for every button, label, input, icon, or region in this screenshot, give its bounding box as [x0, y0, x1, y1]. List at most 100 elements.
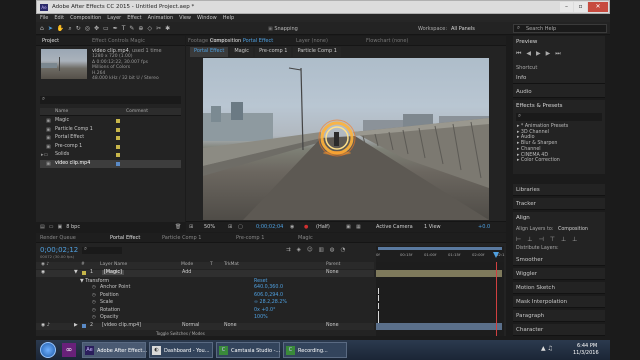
- selection-tool-icon[interactable]: ➤: [48, 25, 53, 33]
- menu-layer[interactable]: Layer: [107, 15, 121, 21]
- keyframe[interactable]: [378, 317, 379, 323]
- layer-row[interactable]: ◉ ▼ 1 [Magic] Add None: [36, 270, 374, 277]
- work-area-bar[interactable]: [378, 247, 502, 250]
- menu-effect[interactable]: Effect: [127, 15, 141, 21]
- brush-tool-icon[interactable]: ✎: [129, 25, 134, 33]
- label-color[interactable]: [116, 127, 120, 132]
- layer-bar[interactable]: [376, 270, 502, 277]
- timeline-tab[interactable]: Portal Effect: [110, 235, 140, 241]
- label-color[interactable]: [82, 324, 86, 328]
- align-vcenter-icon[interactable]: ⊥: [561, 236, 566, 243]
- label-color[interactable]: [116, 153, 120, 157]
- layer-mode[interactable]: Add: [182, 270, 191, 275]
- project-item[interactable]: ▣ Pre-comp 1: [40, 143, 181, 152]
- paragraph-header[interactable]: Paragraph: [513, 310, 605, 322]
- property-value[interactable]: 100%: [254, 315, 268, 320]
- play-icon[interactable]: ▶: [536, 50, 541, 58]
- prev-frame-icon[interactable]: ◀: [526, 50, 531, 58]
- audio-header[interactable]: Audio: [513, 86, 605, 98]
- project-item[interactable]: ▣ video clip.mp4: [40, 159, 181, 168]
- composition-viewer[interactable]: [203, 58, 489, 220]
- taskbar-item[interactable]: ◐ Dashboard - You...: [149, 342, 213, 358]
- draft-3d-icon[interactable]: ◈: [297, 247, 301, 253]
- taskbar-item[interactable]: Ae Adobe After Effect...: [82, 342, 147, 358]
- keyframe[interactable]: [378, 303, 379, 309]
- clone-tool-icon[interactable]: ⊕: [138, 25, 143, 33]
- first-frame-icon[interactable]: ⏮: [516, 50, 521, 58]
- menu-view[interactable]: View: [179, 15, 191, 21]
- tab-layer[interactable]: Layer (none): [296, 38, 328, 44]
- property-value[interactable]: 0x +0.0°: [254, 308, 275, 313]
- channel-icon[interactable]: ●: [304, 224, 308, 230]
- layer-row[interactable]: ◉ ♪ ▶ 2 [video clip.mp4] Normal None Non…: [36, 323, 374, 330]
- tab-project[interactable]: Project: [42, 38, 59, 44]
- property-value[interactable]: ∞ 28.2,28.2%: [254, 300, 287, 305]
- effect-category[interactable]: ▸ * Animation Presets: [517, 124, 568, 130]
- col-comment[interactable]: Comment: [126, 109, 148, 114]
- graph-editor-icon[interactable]: ◔: [341, 247, 346, 253]
- time-ruler[interactable]: 0f 00:15f 01:00f 01:15f 02:00f 02:1: [376, 246, 505, 262]
- clock-time[interactable]: 6:44 PM: [577, 343, 597, 349]
- zoom-tool-icon[interactable]: ⌕: [68, 25, 71, 33]
- current-timecode[interactable]: 0;00;02;04: [256, 224, 283, 230]
- keyframe[interactable]: [378, 288, 379, 294]
- delete-icon[interactable]: 🗑: [175, 224, 181, 230]
- col-trkmat[interactable]: TrkMat: [224, 262, 239, 267]
- align-bottom-icon[interactable]: ⊥: [572, 236, 577, 243]
- col-name[interactable]: Name: [55, 109, 68, 114]
- toggle-switches-modes[interactable]: Toggle Switches / Modes: [156, 331, 205, 336]
- layer-bar[interactable]: [376, 323, 502, 330]
- expand-arrow-icon[interactable]: ▼: [74, 270, 78, 275]
- new-comp-icon[interactable]: ▣: [57, 224, 62, 230]
- zoom-select[interactable]: 50%: [204, 224, 215, 230]
- wiggler-header[interactable]: Wiggler: [513, 268, 605, 280]
- visual-studio-icon[interactable]: ∞: [62, 343, 76, 357]
- interpret-footage-icon[interactable]: ▤: [40, 224, 45, 230]
- camera-tool-icon[interactable]: ◎: [85, 25, 90, 33]
- layer-name[interactable]: [Magic]: [102, 270, 124, 275]
- col-layer-name[interactable]: Layer Name: [100, 262, 127, 267]
- layer-trkmat[interactable]: None: [224, 323, 237, 328]
- workspace-select[interactable]: All Panels: [451, 26, 475, 32]
- smoother-header[interactable]: Smoother: [513, 254, 605, 266]
- search-help-field[interactable]: ⌕ Search Help: [513, 24, 607, 33]
- snapping-toggle[interactable]: ▣ Snapping: [268, 26, 298, 32]
- menu-animation[interactable]: Animation: [148, 15, 174, 21]
- mask-interpolation-header[interactable]: Mask Interpolation: [513, 296, 605, 308]
- align-top-icon[interactable]: ⊤: [550, 236, 555, 243]
- exposure-value[interactable]: +0.0: [478, 224, 490, 230]
- timeline-search[interactable]: ⌕: [82, 246, 122, 254]
- safe-zone-icon[interactable]: ▢: [238, 224, 243, 230]
- breadcrumb-2[interactable]: Magic: [230, 47, 254, 57]
- label-color[interactable]: [116, 136, 120, 140]
- maximize-button[interactable]: ▫: [574, 2, 587, 12]
- camera-select[interactable]: Active Camera: [376, 224, 413, 230]
- timeline-tab[interactable]: Render Queue: [40, 235, 76, 241]
- col-mode[interactable]: Mode: [181, 262, 193, 267]
- clock-date[interactable]: 11/3/2016: [573, 350, 599, 356]
- menu-composition[interactable]: Composition: [70, 15, 101, 21]
- magnify-icon[interactable]: ⊞: [189, 224, 193, 230]
- pan-behind-tool-icon[interactable]: ✥: [94, 25, 99, 33]
- time-graph[interactable]: [376, 262, 504, 336]
- motion-blur-icon[interactable]: ◍: [330, 247, 335, 253]
- effects-search[interactable]: ⌕: [516, 113, 602, 121]
- breadcrumb-1[interactable]: Portal Effect: [190, 47, 229, 57]
- shy-icon[interactable]: ☺: [307, 247, 313, 253]
- layer-parent[interactable]: None: [326, 270, 339, 275]
- label-color[interactable]: [116, 161, 120, 166]
- hand-tool-icon[interactable]: ✋: [57, 25, 64, 33]
- bpc[interactable]: 8 bpc: [66, 224, 80, 230]
- new-folder-icon[interactable]: ▭: [49, 224, 54, 230]
- property-stopwatch-icon[interactable]: ◷: [92, 285, 96, 290]
- property-stopwatch-icon[interactable]: ◷: [92, 315, 96, 320]
- effect-category[interactable]: ▸ Color Correction: [517, 158, 568, 164]
- align-left-icon[interactable]: ⊢: [516, 236, 521, 243]
- breadcrumb-4[interactable]: Particle Comp 1: [293, 47, 341, 57]
- property-value[interactable]: 606.0,294.0: [254, 293, 283, 298]
- visibility-icon[interactable]: ◉: [41, 270, 45, 275]
- align-to-select[interactable]: Composition: [558, 227, 588, 232]
- eraser-tool-icon[interactable]: ◇: [147, 25, 152, 33]
- character-header[interactable]: Character: [513, 324, 605, 336]
- next-frame-icon[interactable]: ▶: [546, 50, 551, 58]
